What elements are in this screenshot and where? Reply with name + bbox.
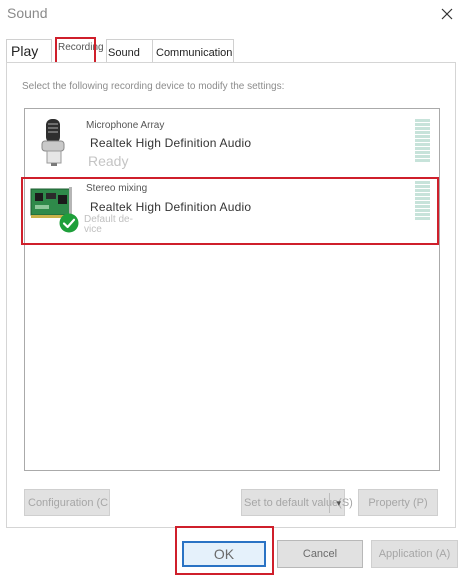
- property-button[interactable]: Property (P): [358, 489, 438, 516]
- device-description: Realtek High Definition Audio: [90, 136, 252, 150]
- ok-button-highlight: [175, 526, 274, 575]
- close-button[interactable]: [434, 2, 460, 26]
- tab-play[interactable]: Play: [6, 39, 52, 63]
- close-icon: [441, 8, 453, 20]
- instruction-text: Select the following recording device to…: [22, 81, 285, 92]
- stereo-mixing-highlight: [21, 177, 439, 245]
- device-status: Ready: [88, 153, 129, 169]
- level-meter: [415, 119, 430, 162]
- device-list[interactable]: Microphone Array Realtek High Definition…: [24, 108, 440, 471]
- window-title: Sound: [7, 5, 48, 21]
- set-default-button[interactable]: Set to default value(S) ▾: [241, 489, 353, 516]
- apply-button[interactable]: Application (A): [371, 540, 458, 568]
- split-divider: [329, 493, 330, 513]
- cancel-button[interactable]: Cancel: [277, 540, 363, 568]
- dropdown-arrow-icon[interactable]: ▾: [336, 498, 341, 509]
- device-microphone-array[interactable]: Microphone Array Realtek High Definition…: [25, 111, 439, 175]
- configuration-button[interactable]: Configuration (C: [24, 489, 110, 516]
- tab-sound[interactable]: Sound: [106, 39, 153, 63]
- title-bar: Sound: [0, 0, 463, 30]
- microphone-icon: [41, 119, 65, 166]
- device-name: Microphone Array: [86, 120, 165, 131]
- tab-communication[interactable]: Communication: [152, 39, 234, 63]
- recording-panel: Select the following recording device to…: [6, 62, 456, 528]
